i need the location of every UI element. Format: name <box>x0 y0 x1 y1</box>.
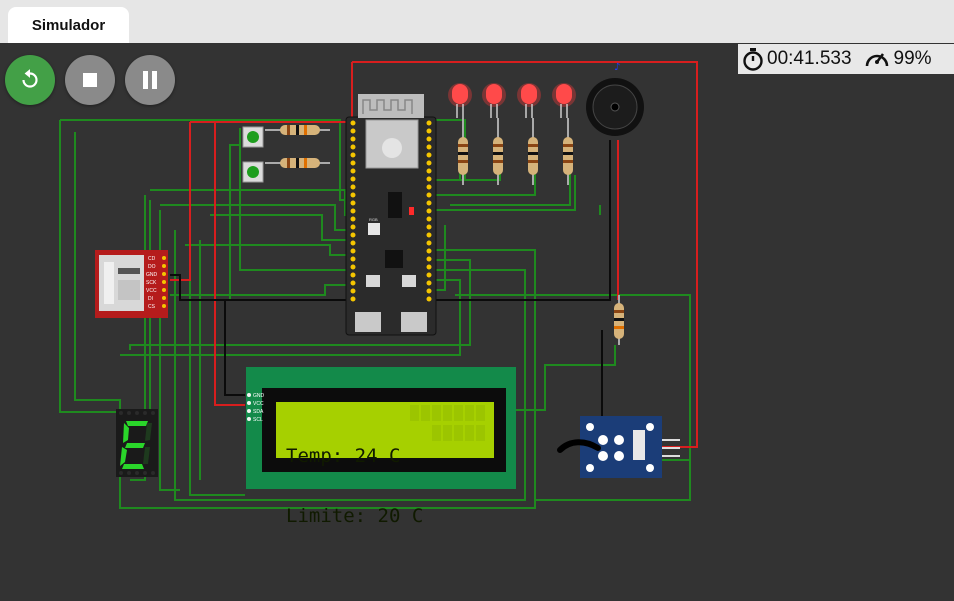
buzzer[interactable]: ♪ <box>586 62 644 136</box>
reset-button[interactable] <box>402 275 416 287</box>
stop-button[interactable] <box>65 55 115 105</box>
restart-button[interactable] <box>5 55 55 105</box>
led-4[interactable] <box>552 83 576 118</box>
pause-button[interactable] <box>125 55 175 105</box>
music-note-icon: ♪ <box>614 62 620 73</box>
simulation-timer: 00:41.533 <box>767 48 852 69</box>
tab-simulador[interactable]: Simulador <box>8 7 129 43</box>
pause-icon <box>143 71 157 89</box>
lcd-pin-label: GND <box>253 393 265 399</box>
led-3[interactable] <box>517 83 541 118</box>
simulation-speed: 99% <box>893 48 932 69</box>
ntc-temperature-sensor[interactable] <box>557 416 680 478</box>
lcd-pin-label: SDA <box>253 409 264 415</box>
sd-pin-label: SCK <box>146 280 157 286</box>
lcd-line-2: Limite: 20 C <box>286 505 424 527</box>
led-2[interactable] <box>482 83 506 118</box>
rgb-led <box>368 223 380 235</box>
resistor-button-1 <box>265 125 330 135</box>
resistor-led-3 <box>528 118 538 185</box>
sd-pin-label: DO <box>148 264 156 270</box>
resistor-button-2 <box>265 158 330 168</box>
push-button-1[interactable] <box>242 126 264 148</box>
sd-card-module[interactable]: CD DO GND SCK VCC DI CS <box>95 250 168 318</box>
rgb-label: RGB <box>369 217 378 222</box>
speedometer-icon <box>864 48 890 70</box>
tab-bar: Simulador <box>0 0 954 43</box>
esp32-board[interactable]: RGB <box>345 94 437 336</box>
sd-pin-label: VCC <box>146 288 157 294</box>
led-1[interactable] <box>448 83 472 118</box>
boot-button[interactable] <box>366 275 380 287</box>
sd-pin-label: CS <box>148 304 156 310</box>
sd-pin-label: CD <box>148 256 156 262</box>
resistor-led-2 <box>493 118 503 185</box>
lcd-line-1: Temp: 24 C <box>286 445 401 467</box>
lcd-pin-label: VCC <box>253 401 264 407</box>
resistor-ntc <box>614 295 624 345</box>
push-button-2[interactable] <box>242 161 264 183</box>
resistor-led-4 <box>563 118 573 185</box>
lcd-pin-label: SCL <box>253 417 263 423</box>
sd-pin-label: DI <box>148 296 153 302</box>
sd-pin-label: GND <box>146 272 158 278</box>
lcd-screen-text: Temp: 24 C Limite: 20 C <box>286 406 496 546</box>
simulation-status: 00:41.533 99% <box>738 44 954 74</box>
stop-icon <box>83 73 97 87</box>
restart-icon <box>22 69 38 88</box>
stopwatch-icon <box>742 47 764 71</box>
seven-segment-display[interactable] <box>116 409 158 477</box>
